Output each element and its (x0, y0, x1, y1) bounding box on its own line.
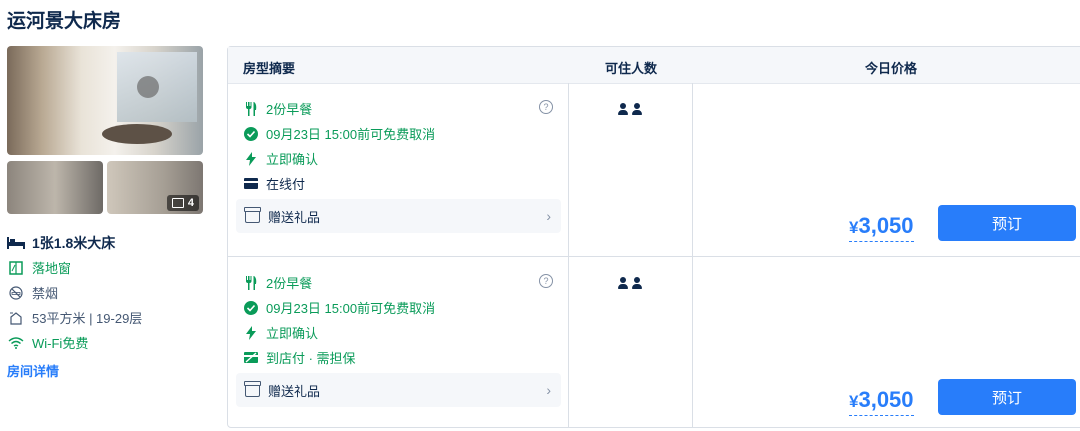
guest-icons (617, 277, 643, 289)
perk-payment: 到店付 · 需担保 (243, 348, 356, 367)
gift-bar[interactable]: 赠送礼品 › (236, 199, 561, 233)
help-icon[interactable]: ? (539, 274, 553, 288)
fact-wifi: Wi-Fi免费 (7, 330, 142, 355)
price-value: 3,050 (858, 387, 914, 412)
fact-label: Wi-Fi免费 (32, 336, 89, 351)
bed-label: 1张1.8米大床 (32, 234, 116, 251)
utensils-icon (243, 275, 258, 290)
perk-label: 到店付 · 需担保 (266, 351, 356, 366)
perk-label: 09月23日 15:00前可免费取消 (266, 127, 436, 142)
check-circle-icon (243, 300, 258, 315)
person-icon (631, 277, 643, 289)
photo-count-badge[interactable]: 4 (166, 195, 199, 211)
perk-label: 立即确认 (266, 152, 319, 167)
table-header: 房型摘要 可住人数 今日价格 (228, 47, 1080, 84)
fact-label: 禁烟 (32, 286, 59, 301)
gift-icon (244, 206, 261, 223)
room-thumb-photo[interactable] (7, 161, 103, 214)
perk-payment: 在线付 (243, 174, 305, 193)
perk-label: 09月23日 15:00前可免费取消 (266, 301, 436, 316)
utensils-icon (243, 101, 258, 116)
person-icon (617, 277, 629, 289)
gift-bar[interactable]: 赠送礼品 › (236, 373, 561, 407)
image-icon (171, 198, 184, 208)
perk-confirm: 立即确认 (243, 323, 318, 342)
header-price: 今日价格 (865, 61, 918, 76)
room-facts: 1张1.8米大床 落地窗 禁烟 53平方米 | 19-29层 Wi-Fi免费 (7, 230, 142, 355)
room-main-photo[interactable] (7, 46, 203, 155)
header-summary: 房型摘要 (243, 61, 296, 76)
gift-icon (244, 380, 261, 397)
price: ¥3,050 (849, 387, 914, 416)
pay-at-hotel-icon (243, 352, 258, 363)
photo-count: 4 (187, 197, 194, 209)
help-icon[interactable]: ? (539, 100, 553, 114)
check-circle-icon (243, 126, 258, 141)
room-title: 运河景大床房 (7, 11, 122, 32)
book-button[interactable]: 预订 (938, 205, 1076, 241)
person-icon (631, 103, 643, 115)
fact-label: 落地窗 (32, 261, 72, 276)
area-icon (7, 311, 25, 325)
gift-label: 赠送礼品 (268, 209, 321, 225)
price-value: 3,050 (858, 213, 914, 238)
room-thumb-photo[interactable]: 4 (107, 161, 203, 214)
lightning-icon (243, 325, 258, 340)
card-icon (243, 178, 258, 189)
no-smoking-icon (7, 285, 25, 300)
person-icon (617, 103, 629, 115)
book-button[interactable]: 预订 (938, 379, 1076, 415)
bed-info: 1张1.8米大床 (7, 230, 142, 255)
perk-label: 2份早餐 (266, 102, 313, 117)
room-details-link[interactable]: 房间详情 (7, 361, 59, 380)
perk-breakfast: 2份早餐 (243, 273, 312, 292)
wifi-icon (7, 336, 25, 349)
fact-window: 落地窗 (7, 255, 142, 280)
bed-icon (7, 236, 25, 249)
fact-label: 53平方米 | 19-29层 (32, 311, 143, 326)
price: ¥3,050 (849, 213, 914, 242)
gift-label: 赠送礼品 (268, 383, 321, 399)
fact-no-smoking: 禁烟 (7, 280, 142, 305)
window-icon (7, 260, 25, 275)
perk-confirm: 立即确认 (243, 149, 318, 168)
offer-table: 房型摘要 可住人数 今日价格 2份早餐 ? 09月23日 15:00前可免费取消… (227, 46, 1080, 428)
perk-label: 在线付 (266, 177, 306, 192)
offer-row: 2份早餐 ? 09月23日 15:00前可免费取消 立即确认 到店付 · 需担保… (228, 257, 1080, 431)
perk-breakfast: 2份早餐 (243, 99, 312, 118)
perk-cancel: 09月23日 15:00前可免费取消 (243, 124, 435, 143)
guest-icons (617, 103, 643, 115)
perk-label: 立即确认 (266, 326, 319, 341)
chevron-right-icon: › (546, 208, 551, 224)
perk-cancel: 09月23日 15:00前可免费取消 (243, 298, 435, 317)
lightning-icon (243, 151, 258, 166)
fact-area-floor: 53平方米 | 19-29层 (7, 305, 142, 330)
header-guests: 可住人数 (605, 61, 658, 76)
chevron-right-icon: › (546, 382, 551, 398)
offer-row: 2份早餐 ? 09月23日 15:00前可免费取消 立即确认 在线付 赠送礼品 … (228, 83, 1080, 257)
perk-label: 2份早餐 (266, 276, 313, 291)
